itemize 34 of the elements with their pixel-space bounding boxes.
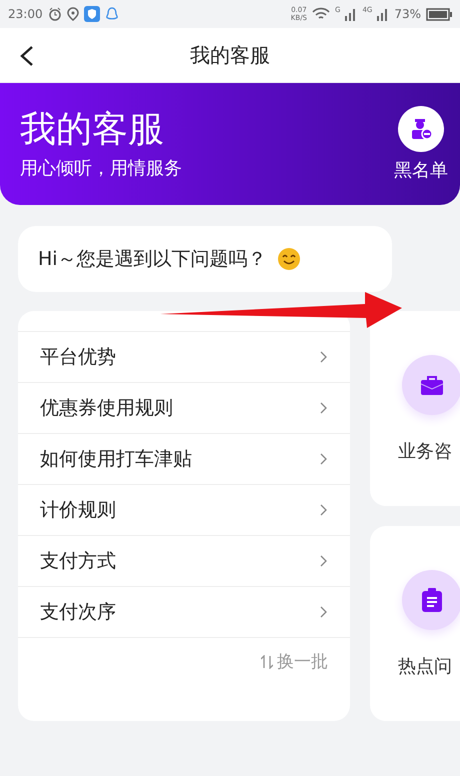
user-block-icon — [409, 117, 433, 141]
banner-title: 我的客服 — [20, 108, 165, 152]
faq-item[interactable]: 支付方式 — [18, 535, 350, 586]
briefcase-icon — [421, 375, 443, 395]
faq-item[interactable]: 如何使用打车津贴 — [18, 433, 350, 484]
battery-icon — [426, 8, 452, 20]
smile-emoji-icon — [276, 247, 301, 271]
chevron-icon — [320, 351, 328, 363]
faq-item[interactable]: 平台优势 — [18, 331, 350, 382]
clipboard-icon — [422, 588, 442, 612]
wifi-icon — [312, 7, 330, 21]
service-label: 业务咨 — [398, 440, 453, 463]
alarm-icon — [48, 7, 62, 21]
location-icon — [66, 7, 79, 21]
faq-item[interactable]: 支付次序 — [18, 586, 350, 637]
faq-item[interactable]: 优惠券使用规则 — [18, 382, 350, 433]
greeting-text: Hi～您是遇到以下问题吗？ — [38, 247, 267, 272]
clock-time: 23:00 — [8, 7, 43, 21]
signal-icon — [345, 8, 358, 20]
chevron-icon — [320, 402, 328, 414]
chevron-icon — [320, 555, 328, 567]
service-card[interactable]: 热点问 — [370, 526, 460, 721]
service-label: 热点问 — [398, 655, 453, 678]
banner-subtitle: 用心倾听，用情服务 — [20, 157, 183, 180]
service-card[interactable]: 业务咨 — [370, 311, 460, 506]
swap-icon — [261, 654, 273, 668]
chevron-icon — [320, 504, 328, 516]
chevron-icon — [320, 606, 328, 618]
shield-icon — [84, 6, 100, 22]
faq-item[interactable]: 计价规则 — [18, 484, 350, 535]
signal-icon — [377, 8, 390, 20]
page-title: 我的客服 — [190, 42, 270, 68]
chevron-icon — [320, 453, 328, 465]
battery-level: 73% — [394, 7, 421, 21]
